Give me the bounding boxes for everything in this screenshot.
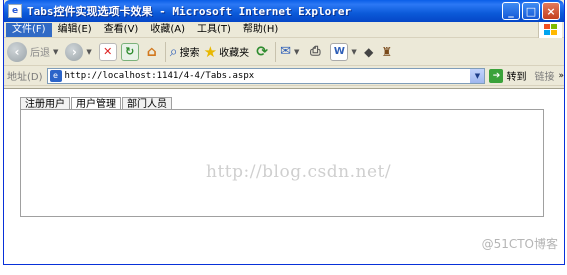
mail-icon: ✉ xyxy=(280,44,291,59)
print-icon[interactable]: ⎙ xyxy=(306,43,324,61)
go-arrow-icon: ➔ xyxy=(489,68,504,83)
tab-strip: 注册用户 用户管理 部门人员 xyxy=(20,96,173,111)
menu-help[interactable]: 帮助(H) xyxy=(237,23,284,37)
forward-button[interactable]: › ▼ xyxy=(65,42,94,61)
page-content: 注册用户 用户管理 部门人员 http://blog.csdn.net/ @51… xyxy=(4,88,564,264)
links-label[interactable]: 链接 xyxy=(534,68,554,83)
ie-page-icon: e xyxy=(8,4,22,18)
corner-watermark: @51CTO博客 xyxy=(481,237,558,251)
back-arrow-icon: ‹ xyxy=(7,41,27,62)
address-bar: 地址(D) e http://localhost:1141/4-4/Tabs.a… xyxy=(4,66,564,86)
go-label: 转到 xyxy=(506,72,527,83)
address-input[interactable]: e http://localhost:1141/4-4/Tabs.aspx ▼ xyxy=(46,67,486,84)
back-button[interactable]: ‹ 后退 ▼ xyxy=(7,41,61,62)
home-icon[interactable]: ⌂ xyxy=(143,43,161,61)
menu-tools[interactable]: 工具(T) xyxy=(191,23,237,37)
title-bar[interactable]: e Tabs控件实现选项卡效果 - Microsoft Internet Exp… xyxy=(4,0,564,22)
go-button[interactable]: ➔ 转到 xyxy=(489,68,526,83)
toolbar-separator xyxy=(164,41,166,62)
minimize-button[interactable]: _ xyxy=(502,2,520,20)
search-icon: ⌕ xyxy=(169,43,178,60)
chevron-down-icon[interactable]: ▼ xyxy=(53,48,58,56)
maximize-button[interactable]: □ xyxy=(522,2,540,20)
chevron-down-icon[interactable]: ▼ xyxy=(351,48,356,56)
address-url: http://localhost:1141/4-4/Tabs.aspx xyxy=(64,70,255,81)
chevron-down-icon[interactable]: ▼ xyxy=(294,48,299,56)
page-icon: e xyxy=(49,69,62,82)
messenger-icon[interactable]: ♜ xyxy=(378,43,396,61)
discuss-icon[interactable]: ◆ xyxy=(360,43,378,61)
tab-panel: http://blog.csdn.net/ xyxy=(20,109,544,217)
chevron-down-icon[interactable]: ▼ xyxy=(86,48,91,56)
close-button[interactable]: × xyxy=(542,2,560,20)
chevron-down-icon[interactable]: ▼ xyxy=(470,68,485,83)
back-label: 后退 xyxy=(30,48,50,59)
windows-logo-icon xyxy=(538,22,562,38)
chevron-right-icon[interactable]: » xyxy=(558,71,564,81)
history-icon[interactable]: ⟳ xyxy=(253,43,271,61)
search-label: 搜索 xyxy=(179,48,200,59)
favorites-button[interactable]: ★ 收藏夹 xyxy=(204,43,249,61)
menu-favorites[interactable]: 收藏(A) xyxy=(144,23,191,37)
window-title: Tabs控件实现选项卡效果 - Microsoft Internet Explo… xyxy=(27,5,352,18)
refresh-icon[interactable]: ↻ xyxy=(120,42,139,61)
menu-view[interactable]: 查看(V) xyxy=(98,23,145,37)
toolbar-separator xyxy=(275,41,277,62)
star-icon: ★ xyxy=(203,42,218,61)
mail-button[interactable]: ✉ ▼ xyxy=(280,44,302,59)
browser-window: e Tabs控件实现选项卡效果 - Microsoft Internet Exp… xyxy=(3,0,565,265)
stop-icon[interactable]: ✕ xyxy=(98,42,117,61)
search-button[interactable]: ⌕ 搜索 xyxy=(170,44,200,60)
menu-file[interactable]: 文件(F) xyxy=(6,22,52,37)
standard-toolbar: ‹ 后退 ▼ › ▼ ✕ ↻ ⌂ ⌕ 搜索 ★ 收藏夹 ⟳ ✉ ▼ ⎙ W ▼ … xyxy=(4,38,564,66)
blog-watermark: http://blog.csdn.net/ xyxy=(206,162,392,182)
menu-bar: 文件(F) 编辑(E) 查看(V) 收藏(A) 工具(T) 帮助(H) xyxy=(4,22,564,38)
favorites-label: 收藏夹 xyxy=(219,48,250,59)
forward-arrow-icon: › xyxy=(65,42,84,61)
edit-word-icon[interactable]: W xyxy=(330,42,349,61)
menu-edit[interactable]: 编辑(E) xyxy=(52,23,98,37)
address-label: 地址(D) xyxy=(7,72,43,83)
